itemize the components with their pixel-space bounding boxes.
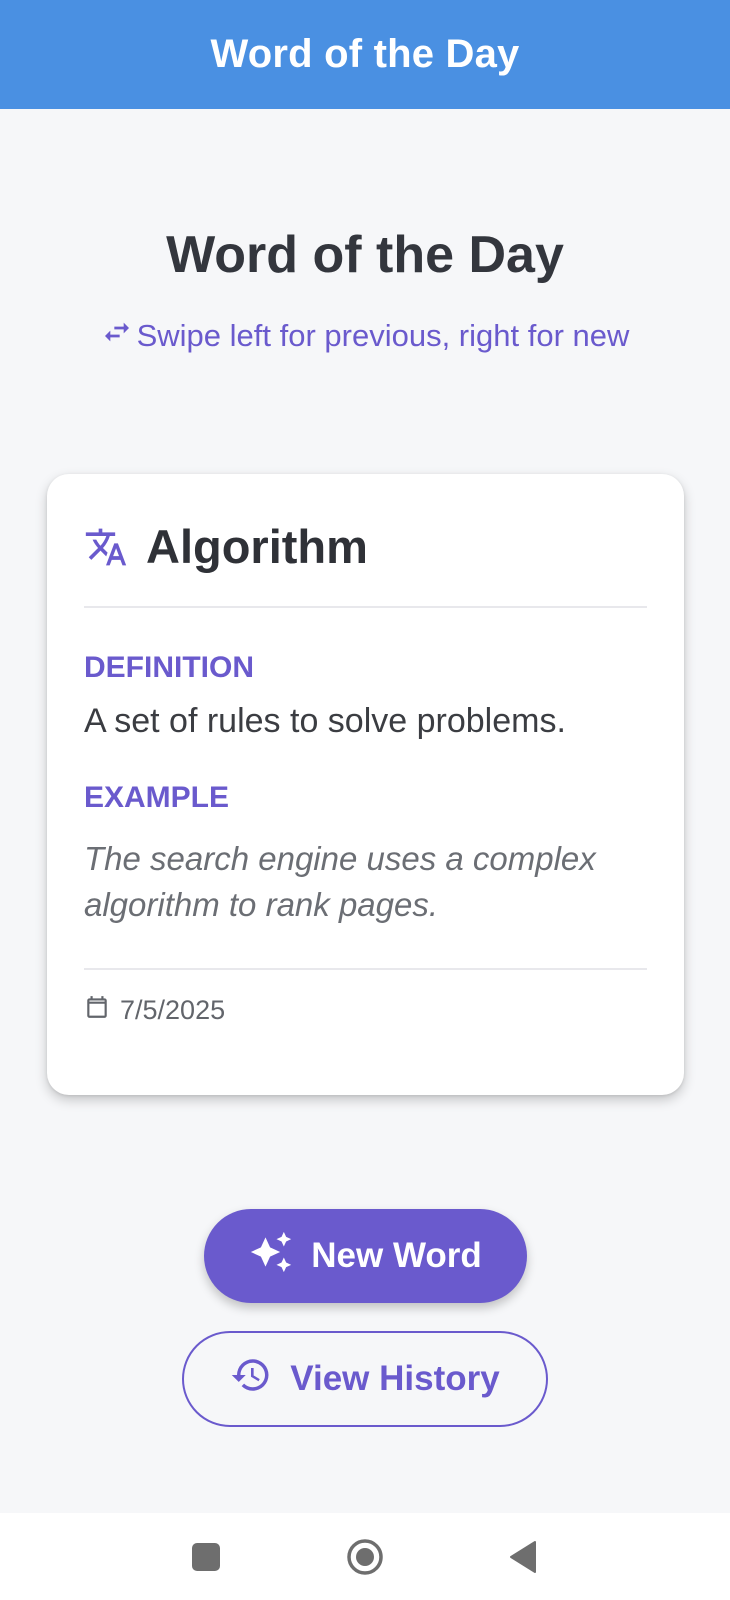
new-word-button[interactable]: New Word — [204, 1209, 527, 1303]
system-nav-bar — [0, 1513, 730, 1600]
new-word-label: New Word — [311, 1236, 482, 1275]
auto-awesome-icon — [249, 1230, 311, 1283]
history-icon — [230, 1354, 290, 1405]
word-card[interactable]: Algorithm DEFINITION A set of rules to s… — [47, 474, 684, 1095]
card-divider-bottom — [84, 968, 647, 970]
triangle-back-icon[interactable] — [503, 1537, 543, 1577]
view-history-label: View History — [290, 1359, 500, 1398]
definition-text: A set of rules to solve problems. — [84, 702, 566, 740]
view-history-button[interactable]: View History — [182, 1331, 548, 1427]
definition-label: DEFINITION — [84, 651, 254, 684]
page-title: Word of the Day — [166, 226, 564, 284]
square-icon[interactable] — [186, 1537, 226, 1577]
example-text: The search engine uses a complex algorit… — [84, 840, 596, 923]
date-row: 7/5/2025 — [84, 994, 225, 1027]
app-screen: Word of the Day Word of the Day Swipe le… — [0, 0, 730, 1600]
word-title: Algorithm — [146, 520, 368, 573]
word-header: Algorithm — [84, 519, 368, 574]
word-date: 7/5/2025 — [120, 995, 226, 1025]
swap-horiz-icon — [101, 316, 137, 356]
translate-icon — [84, 525, 128, 569]
example-label: EXAMPLE — [84, 781, 230, 814]
swipe-hint-text: Swipe left for previous, right for new — [136, 318, 630, 353]
app-bar: Word of the Day — [0, 0, 730, 109]
swipe-hint: Swipe left for previous, right for new — [0, 316, 730, 356]
calendar-icon — [84, 994, 120, 1027]
app-bar-title: Word of the Day — [210, 32, 520, 76]
circle-icon[interactable] — [345, 1537, 385, 1577]
card-divider-top — [84, 606, 647, 608]
